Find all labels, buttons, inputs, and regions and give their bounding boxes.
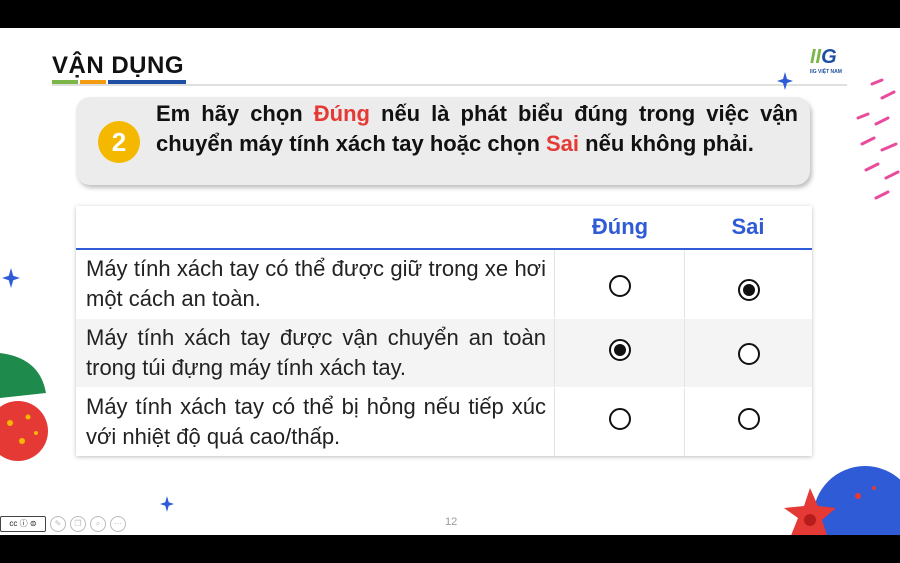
radio-false[interactable] [738,343,760,365]
radio-selected-dot [743,284,755,296]
logo-mark-b: G [821,46,837,68]
answer-table: Đúng Sai Máy tính xách tay có thể được g… [76,206,812,456]
sparkle-icon [160,496,174,512]
question-number-badge: 2 [98,121,140,163]
table-row: Máy tính xách tay có thể bị hỏng nếu tiế… [76,388,812,456]
slide-title: VẬN DỤNG [52,52,185,79]
logo-subtitle: IIG VIỆT NAM [810,69,842,75]
zoom-icon[interactable]: ⌕ [90,516,106,532]
highlight-true: Đúng [313,101,370,126]
logo-mark-a: II [810,46,822,68]
decorative-blob-right [784,466,900,535]
radio-false[interactable] [738,279,760,301]
column-header-true: Đúng [591,214,649,239]
pen-icon[interactable]: ✎ [50,516,66,532]
statement-text: Máy tính xách tay được vận chuyển an toà… [86,325,546,380]
title-divider [52,84,847,86]
highlight-false: Sai [546,131,580,156]
radio-true[interactable] [609,339,631,361]
statement-text: Máy tính xách tay có thể bị hỏng nếu tiế… [86,394,546,449]
radio-selected-dot [614,344,626,356]
decorative-blob-left [0,353,48,461]
table-row: Máy tính xách tay có thể được giữ trong … [76,250,812,318]
table-header: Đúng Sai [76,206,812,250]
table-row: Máy tính xách tay được vận chuyển an toà… [76,319,812,387]
sparkle-icon [777,72,793,90]
column-header-false: Sai [731,214,765,239]
pink-dash-pattern [856,78,900,200]
radio-true[interactable] [609,275,631,297]
question-box: 2 Em hãy chọn Đúng nếu là phát biểu đúng… [76,97,810,185]
cc-license-badge: cc ⓘ ⊜ [0,516,46,532]
presentation-toolbar: cc ⓘ ⊜ ✎ ❐ ⌕ ⋯ [0,516,126,532]
statement-text: Máy tính xách tay có thể được giữ trong … [86,256,546,311]
radio-false[interactable] [738,408,760,430]
radio-true[interactable] [609,408,631,430]
iig-logo: IIG IIG VIỆT NAM [810,46,855,80]
copy-icon[interactable]: ❐ [70,516,86,532]
slide: VẬN DỤNG IIG IIG VIỆT NAM 2 Em hãy chọn … [0,28,900,535]
more-icon[interactable]: ⋯ [110,516,126,532]
sparkle-icon [2,268,20,288]
question-text: Em hãy chọn Đúng nếu là phát biểu đúng t… [156,101,798,156]
page-number: 12 [445,516,458,528]
